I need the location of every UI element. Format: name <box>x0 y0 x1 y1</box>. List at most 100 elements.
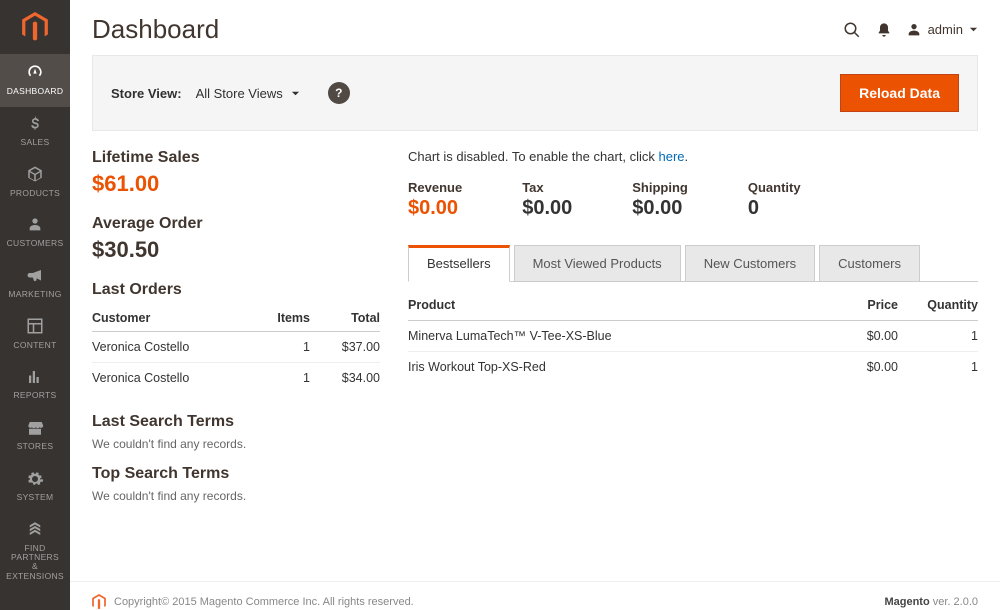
stores-icon <box>26 419 44 439</box>
metric-label: Revenue <box>408 180 462 195</box>
nav-label: STORES <box>17 442 54 451</box>
nav-marketing[interactable]: MARKETING <box>0 259 70 310</box>
magento-logo[interactable] <box>0 0 70 54</box>
cell-price: $0.00 <box>818 352 898 383</box>
copyright: Copyright© 2015 Magento Commerce Inc. Al… <box>114 596 414 608</box>
nav-label: CUSTOMERS <box>7 239 64 248</box>
reports-icon <box>26 368 44 388</box>
nav-label: CONTENT <box>13 341 56 350</box>
col-product: Product <box>408 292 818 321</box>
cell-product: Iris Workout Top-XS-Red <box>408 352 818 383</box>
cell-quantity: 1 <box>898 321 978 352</box>
notifications-icon[interactable] <box>868 16 900 44</box>
search-icon[interactable] <box>836 16 868 44</box>
dashboard-icon <box>25 62 45 84</box>
average-order-value: $30.50 <box>92 237 380 263</box>
nav-reports[interactable]: REPORTS <box>0 360 70 411</box>
table-row[interactable]: Veronica Costello 1 $37.00 <box>92 332 380 363</box>
sidebar: DASHBOARD SALES PRODUCTS CUSTOMERS MARKE… <box>0 0 70 610</box>
megaphone-icon <box>26 267 44 287</box>
col-items: Items <box>250 305 310 332</box>
nav-customers[interactable]: CUSTOMERS <box>0 208 70 259</box>
metric-label: Tax <box>522 180 572 195</box>
top-search-title: Top Search Terms <box>92 465 380 483</box>
lifetime-sales-block: Lifetime Sales $61.00 <box>92 149 380 197</box>
table-row[interactable]: Iris Workout Top-XS-Red $0.00 1 <box>408 352 978 383</box>
nav-sales[interactable]: SALES <box>0 107 70 158</box>
lifetime-sales-value: $61.00 <box>92 171 380 197</box>
tab-customers[interactable]: Customers <box>819 245 920 282</box>
nav-content[interactable]: CONTENT <box>0 309 70 360</box>
content-icon <box>26 317 44 337</box>
partners-icon <box>26 520 44 540</box>
cell-total: $34.00 <box>310 363 380 394</box>
store-switcher[interactable]: All Store Views <box>196 86 300 101</box>
metric-value: $0.00 <box>632 197 688 220</box>
metric-revenue: Revenue $0.00 <box>408 180 462 220</box>
metric-quantity: Quantity 0 <box>748 180 801 220</box>
metric-shipping: Shipping $0.00 <box>632 180 688 220</box>
nav-label: FIND PARTNERS & EXTENSIONS <box>2 544 68 581</box>
username: admin <box>928 22 963 37</box>
tab-bestsellers[interactable]: Bestsellers <box>408 245 510 282</box>
nav-label: PRODUCTS <box>10 189 60 198</box>
cell-items: 1 <box>250 363 310 394</box>
metric-label: Quantity <box>748 180 801 195</box>
chevron-down-icon <box>291 89 300 98</box>
top-search-note: We couldn't find any records. <box>92 489 380 503</box>
col-quantity: Quantity <box>898 292 978 321</box>
cell-total: $37.00 <box>310 332 380 363</box>
nav-dashboard[interactable]: DASHBOARD <box>0 54 70 107</box>
user-icon <box>906 22 922 38</box>
dashboard-tabs: Bestsellers Most Viewed Products New Cus… <box>408 244 978 282</box>
tab-new-customers[interactable]: New Customers <box>685 245 815 282</box>
metric-label: Shipping <box>632 180 688 195</box>
store-toolbar: Store View: All Store Views ? Reload Dat… <box>92 55 978 131</box>
user-menu[interactable]: admin <box>906 22 978 38</box>
store-view-value: All Store Views <box>196 86 283 101</box>
dollar-icon <box>26 115 44 135</box>
nav-system[interactable]: SYSTEM <box>0 462 70 513</box>
help-icon[interactable]: ? <box>328 82 350 104</box>
metric-value: $0.00 <box>408 197 462 220</box>
metric-tax: Tax $0.00 <box>522 180 572 220</box>
products-icon <box>26 165 44 185</box>
tab-most-viewed[interactable]: Most Viewed Products <box>514 245 681 282</box>
nav-products[interactable]: PRODUCTS <box>0 157 70 208</box>
nav-label: DASHBOARD <box>7 87 64 96</box>
last-search-note: We couldn't find any records. <box>92 437 380 451</box>
magento-logo-small <box>92 594 106 610</box>
nav-label: REPORTS <box>13 391 56 400</box>
metric-value: $0.00 <box>522 197 572 220</box>
last-orders-title: Last Orders <box>92 281 380 299</box>
cell-product: Minerva LumaTech™ V-Tee-XS-Blue <box>408 321 818 352</box>
nav-label: MARKETING <box>8 290 61 299</box>
nav-stores[interactable]: STORES <box>0 411 70 462</box>
cell-customer: Veronica Costello <box>92 332 250 363</box>
nav-label: SALES <box>21 138 50 147</box>
nav-partners[interactable]: FIND PARTNERS & EXTENSIONS <box>0 512 70 591</box>
average-order-title: Average Order <box>92 215 380 233</box>
cell-items: 1 <box>250 332 310 363</box>
store-view-label: Store View: <box>111 86 182 101</box>
table-row[interactable]: Minerva LumaTech™ V-Tee-XS-Blue $0.00 1 <box>408 321 978 352</box>
table-row[interactable]: Veronica Costello 1 $34.00 <box>92 363 380 394</box>
cell-customer: Veronica Costello <box>92 363 250 394</box>
reload-data-button[interactable]: Reload Data <box>840 74 959 112</box>
lifetime-sales-title: Lifetime Sales <box>92 149 380 167</box>
average-order-block: Average Order $30.50 <box>92 215 380 263</box>
col-total: Total <box>310 305 380 332</box>
last-orders-table: Customer Items Total Veronica Costello 1… <box>92 305 380 393</box>
nav-label: SYSTEM <box>17 493 54 502</box>
version: Magento ver. 2.0.0 <box>884 596 978 608</box>
footer: Copyright© 2015 Magento Commerce Inc. Al… <box>70 581 1000 610</box>
cell-quantity: 1 <box>898 352 978 383</box>
bestsellers-table: Product Price Quantity Minerva LumaTech™… <box>408 292 978 382</box>
enable-chart-link[interactable]: here <box>659 149 685 164</box>
person-icon <box>27 216 43 236</box>
gear-icon <box>26 470 44 490</box>
last-search-title: Last Search Terms <box>92 413 380 431</box>
cell-price: $0.00 <box>818 321 898 352</box>
page-title: Dashboard <box>92 14 219 45</box>
chevron-down-icon <box>969 25 978 34</box>
